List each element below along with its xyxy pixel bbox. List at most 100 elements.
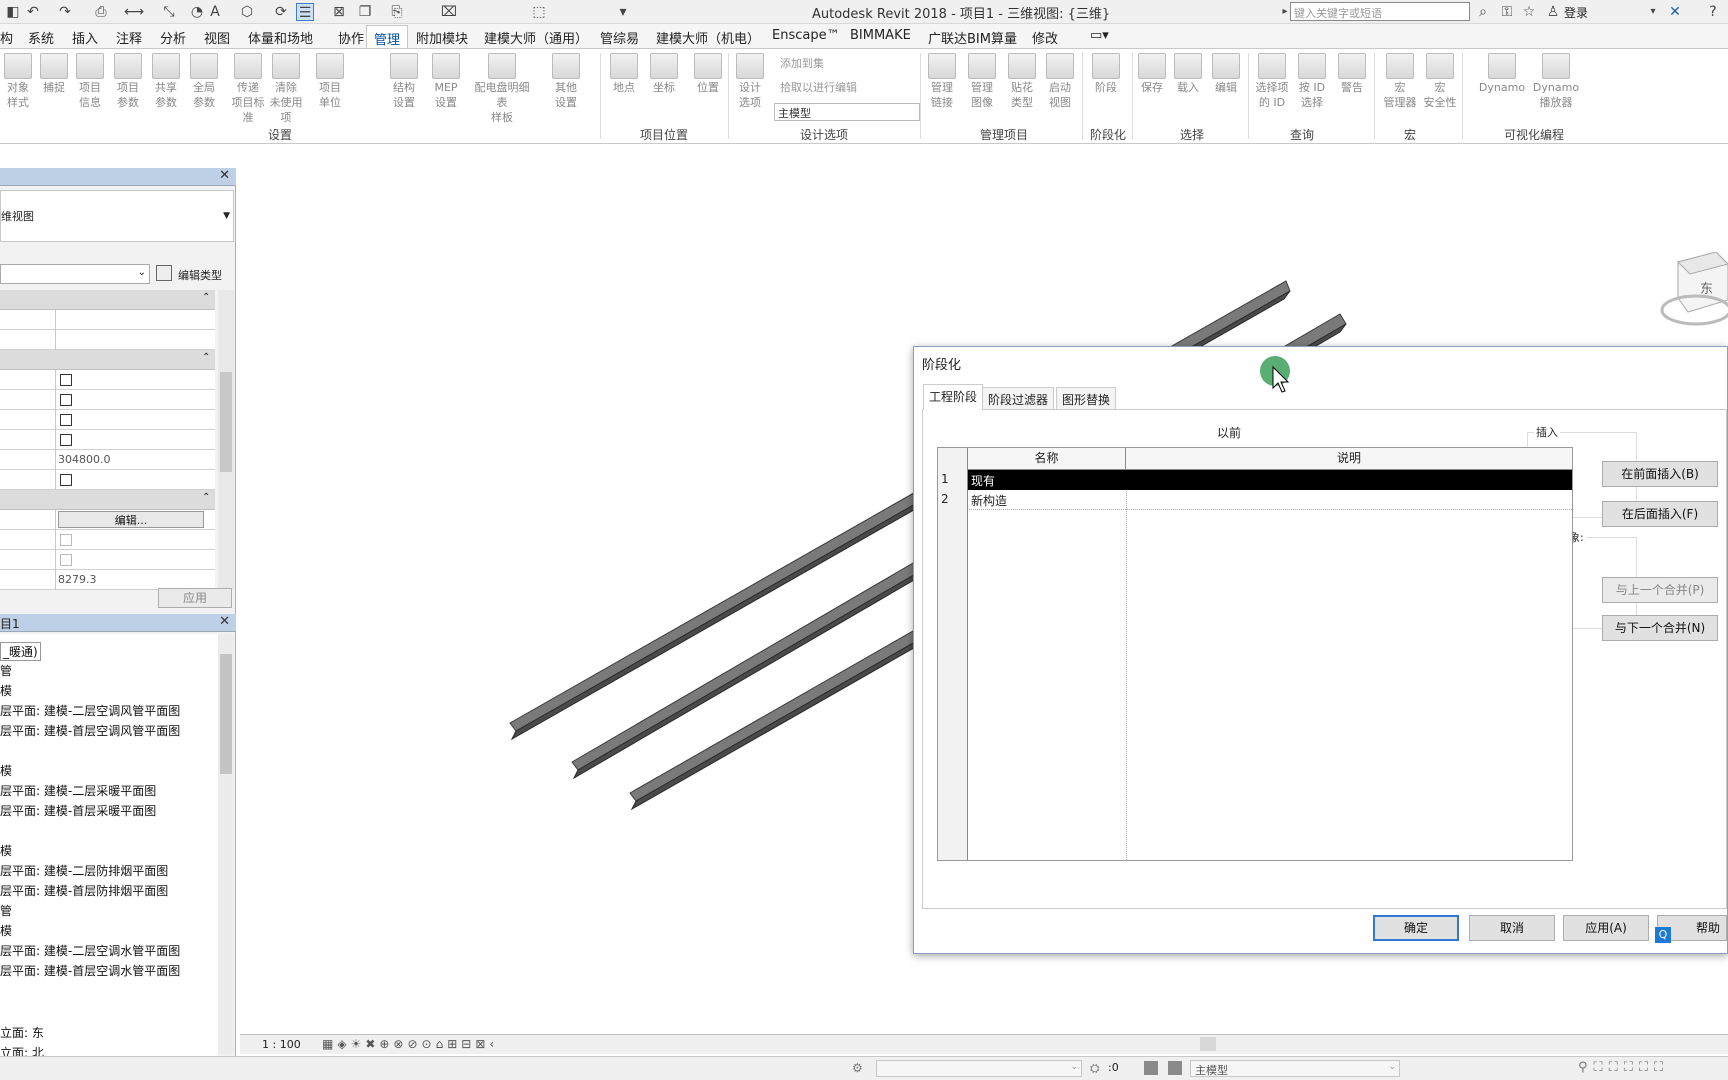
browser-tree-item[interactable]: 层平面: 建模-二层采暖平面图 xyxy=(0,782,156,799)
switch-windows-icon[interactable]: ❐ xyxy=(356,3,374,21)
ribbon-button-18[interactable]: 管理 图像 xyxy=(964,53,1000,110)
menu-tab-3[interactable]: 注释 xyxy=(116,28,142,47)
workset-dropdown[interactable]: ⌄ xyxy=(876,1060,1082,1077)
property-section[interactable]: ⌃ xyxy=(0,290,215,310)
menu-tab-6[interactable]: 体量和场地 xyxy=(248,28,313,47)
collapse-icon[interactable]: ⌃ xyxy=(202,292,210,303)
annotate-icon[interactable]: ⌧ xyxy=(440,3,458,21)
exclude-options-icon[interactable] xyxy=(1168,1061,1182,1075)
region-icon[interactable]: ⬚ xyxy=(530,3,548,21)
browser-tree-item[interactable]: 层平面: 建模-首层防排烟平面图 xyxy=(0,882,168,899)
menu-tab-5[interactable]: 视图 xyxy=(204,28,230,47)
browser-tree-item[interactable]: 层平面: 建模-二层空调风管平面图 xyxy=(0,702,180,719)
editable-only-icon[interactable]: ⛭ xyxy=(1090,1061,1100,1076)
view-scale[interactable]: 1 : 100 xyxy=(262,1038,301,1051)
viewcube-face-label[interactable]: 东 xyxy=(1700,278,1713,297)
ribbon-button-15[interactable]: 位置 xyxy=(690,53,726,95)
ribbon-minimize-icon[interactable]: ▭▾ xyxy=(1090,28,1109,43)
ribbon-button-5[interactable]: 全局 参数 xyxy=(186,53,222,110)
insert-before-button[interactable]: 在前面插入(B) xyxy=(1602,461,1718,487)
ime-icon[interactable]: Q xyxy=(1655,927,1671,943)
property-checkbox[interactable] xyxy=(60,434,72,446)
tab-phase-filters[interactable]: 阶段过滤器 xyxy=(982,387,1055,409)
ribbon-button-6[interactable]: 传递 项目标准 xyxy=(230,53,266,125)
menu-tab-14[interactable]: BIMMAKE xyxy=(850,28,911,43)
primary-model-combo[interactable]: 主模型 xyxy=(774,103,920,121)
ribbon-button-14[interactable]: 坐标 xyxy=(646,53,682,95)
sync-icon[interactable]: ⟳ xyxy=(272,3,290,21)
tab-graphic-overrides[interactable]: 图形替换 xyxy=(1056,387,1117,409)
collapse-icon[interactable]: ⌃ xyxy=(202,352,210,363)
ribbon-button-23[interactable]: 载入 xyxy=(1170,53,1206,95)
3d-view-icon[interactable]: ⬡ xyxy=(238,3,256,21)
cancel-button[interactable]: 取消 xyxy=(1469,915,1555,941)
browser-tree-item[interactable]: 层平面: 建模-二层防排烟平面图 xyxy=(0,862,168,879)
browser-tree-item[interactable]: 层平面: 建模-首层空调风管平面图 xyxy=(0,722,180,739)
ribbon-button-13[interactable]: 地点 xyxy=(606,53,642,95)
user-icon[interactable]: ♙ xyxy=(1544,3,1562,21)
instance-filter-dropdown[interactable]: ⌄ xyxy=(0,264,150,284)
phase-row-selected[interactable]: 1 现有 xyxy=(938,470,1572,490)
ribbon-button-17[interactable]: 管理 链接 xyxy=(924,53,960,110)
edit-button[interactable]: 编辑... xyxy=(58,511,204,528)
apply-button[interactable]: 应用(A) xyxy=(1563,915,1649,941)
browser-tree-item[interactable]: 模 xyxy=(0,922,12,939)
ribbon-button-21[interactable]: 阶段 xyxy=(1088,53,1124,95)
column-header-name[interactable]: 名称 xyxy=(968,448,1126,469)
revit-logo-icon[interactable]: ◧ xyxy=(4,3,22,21)
project-browser-close-icon[interactable]: ✕ xyxy=(219,614,230,629)
ribbon-button-12[interactable]: 其他 设置 xyxy=(548,53,584,110)
property-value[interactable]: 8279.3 xyxy=(55,570,205,590)
properties-scrollbar[interactable] xyxy=(218,290,234,590)
type-dropdown-icon[interactable]: ▼ xyxy=(223,211,230,221)
browser-tree-item[interactable]: 管 xyxy=(0,902,12,919)
menu-tab-13[interactable]: Enscape™ xyxy=(772,28,840,43)
login-dropdown-icon[interactable]: ▾ xyxy=(1644,3,1662,21)
browser-tree-item[interactable]: 层平面: 建模-首层采暖平面图 xyxy=(0,802,156,819)
viewcube[interactable]: 东 xyxy=(1656,251,1728,330)
property-checkbox[interactable] xyxy=(60,474,72,486)
ribbon-button-24[interactable]: 编辑 xyxy=(1208,53,1244,95)
ribbon-button-2[interactable]: 项目 信息 xyxy=(72,53,108,110)
ribbon-button-22[interactable]: 保存 xyxy=(1134,53,1170,95)
edit-type-icon[interactable] xyxy=(156,265,172,281)
ribbon-button-9[interactable]: 结构 设置 xyxy=(386,53,422,110)
menu-tab-9[interactable]: 附加模块 xyxy=(416,28,468,47)
ribbon-button-27[interactable]: 警告 xyxy=(1334,53,1370,95)
column-header-description[interactable]: 说明 xyxy=(1126,448,1572,469)
workset-icon[interactable]: ⚙ xyxy=(852,1061,863,1075)
properties-apply-button[interactable]: 应用 xyxy=(158,588,232,608)
login-link[interactable]: 登录 xyxy=(1564,4,1588,21)
ribbon-button-0[interactable]: 对象 样式 xyxy=(0,53,36,110)
browser-tree-item[interactable]: 管 xyxy=(0,662,12,679)
phase-name[interactable]: 新构造 xyxy=(971,492,1007,509)
merge-with-previous-button[interactable]: 与上一个合并(P) xyxy=(1602,577,1718,603)
add-to-set-button[interactable]: 添加到集 xyxy=(780,55,824,71)
property-checkbox[interactable] xyxy=(60,394,72,406)
horizontal-scrollbar-thumb[interactable] xyxy=(1200,1037,1216,1051)
redo-icon[interactable]: ↷ xyxy=(56,3,74,21)
property-section[interactable]: ⌃ xyxy=(0,350,215,370)
menu-tab-4[interactable]: 分析 xyxy=(160,28,186,47)
menu-tab-12[interactable]: 建模大师（机电） xyxy=(656,28,760,47)
browser-tree-item[interactable]: 模 xyxy=(0,842,12,859)
selection-filter-icons[interactable]: ⚲⛶⛶⛶⛶⛶ xyxy=(1578,1060,1669,1075)
ribbon-button-4[interactable]: 共享 参数 xyxy=(148,53,184,110)
aligned-dimension-icon[interactable]: ⤡ xyxy=(160,3,178,21)
ribbon-button-3[interactable]: 项目 参数 xyxy=(110,53,146,110)
ribbon-button-25[interactable]: 选择项的 ID xyxy=(1254,53,1290,110)
insert-after-button[interactable]: 在后面插入(F) xyxy=(1602,501,1718,527)
text-icon[interactable]: A xyxy=(206,3,224,21)
thin-lines-icon[interactable]: ☰ xyxy=(296,3,314,21)
ribbon-button-7[interactable]: 清除 未使用项 xyxy=(268,53,304,125)
menu-tab-15[interactable]: 广联达BIM算量 xyxy=(928,28,1017,47)
menu-tab-10[interactable]: 建模大师（通用） xyxy=(484,28,588,47)
browser-tree-item[interactable]: 模 xyxy=(0,682,12,699)
ribbon-button-29[interactable]: 宏安全性 xyxy=(1422,53,1458,110)
browser-tree-item[interactable]: 模 xyxy=(0,762,12,779)
exchange-apps-icon[interactable]: ✕ xyxy=(1666,3,1684,21)
ribbon-button-20[interactable]: 启动 视图 xyxy=(1042,53,1078,110)
design-option-dropdown[interactable]: 主模型 ⌄ xyxy=(1190,1060,1400,1077)
subscription-icon[interactable]: ⚿ xyxy=(1498,3,1516,21)
pick-to-edit-button[interactable]: 拾取以进行编辑 xyxy=(780,79,857,95)
